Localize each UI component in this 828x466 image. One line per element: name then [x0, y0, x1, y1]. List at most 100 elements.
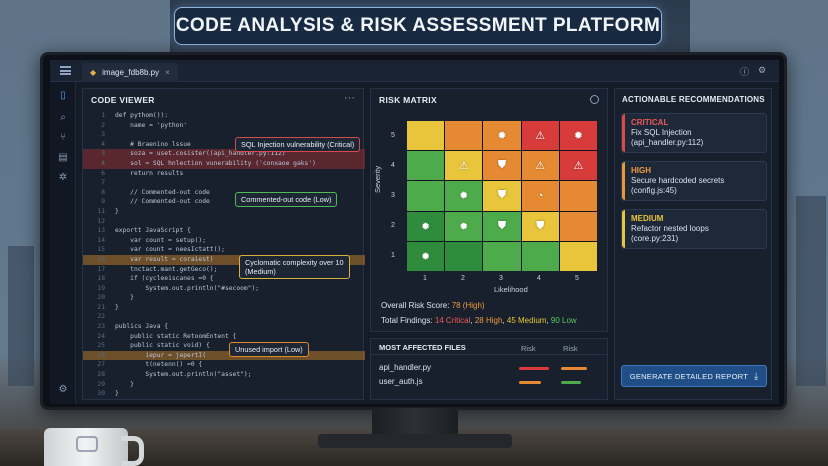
- code-line: 23 publics Java {: [83, 322, 365, 332]
- file-tab[interactable]: ◆ image_fdb8b.py ×: [82, 63, 178, 82]
- files-col-risk: Risk: [521, 344, 536, 353]
- risk-cell-shield-icon[interactable]: ⛊: [521, 211, 559, 241]
- y-tick-label: 4: [391, 162, 395, 169]
- risk-cell-shield-icon[interactable]: ⛊: [483, 211, 521, 241]
- line-number: 25: [97, 342, 105, 350]
- code-line: 12: [83, 217, 365, 227]
- search-icon[interactable]: ⌕: [57, 112, 69, 124]
- risk-cell[interactable]: [407, 151, 445, 181]
- risk-cell-gear-icon[interactable]: ✹: [559, 121, 597, 151]
- line-number: 18: [97, 275, 105, 283]
- app-screen: ◆ image_fdb8b.py × ⓘ ⚙ ▯ ⌕ ⑂ ▤ ✲ ⚙ CODE …: [50, 60, 779, 404]
- rec-text: (config.js:45): [631, 186, 677, 195]
- line-number: 4: [101, 159, 105, 167]
- risk-cell-warning-icon[interactable]: ⚠: [521, 121, 559, 151]
- close-icon[interactable]: ×: [165, 68, 170, 77]
- recommendation-critical[interactable]: CRITICAL Fix SQL Injection (api_handler.…: [621, 113, 767, 153]
- risk-cell-gear-icon[interactable]: ✹: [483, 121, 521, 151]
- files-title: MOST AFFECTED FILES: [379, 343, 466, 352]
- risk-cell-shield-icon[interactable]: ⛊: [483, 181, 521, 211]
- file-risk-bar: [561, 367, 587, 370]
- code-text: }: [115, 207, 119, 215]
- line-number: 24: [97, 332, 105, 340]
- risk-cell-warning-icon[interactable]: ⚠: [445, 151, 483, 181]
- rec-text: Fix SQL Injection: [631, 128, 692, 137]
- recommendation-medium[interactable]: MEDIUM Refactor nested loops (core.py:23…: [621, 209, 767, 249]
- risk-cell[interactable]: [559, 241, 597, 271]
- code-text: }: [115, 294, 134, 302]
- risk-cell[interactable]: [559, 181, 597, 211]
- risk-cell[interactable]: [445, 121, 483, 151]
- risk-cell-gear-icon[interactable]: ✹: [407, 241, 445, 271]
- callout-commented-code: Commented-out code (Low): [235, 192, 338, 207]
- line-number: 21: [97, 303, 105, 311]
- refresh-icon[interactable]: [590, 95, 599, 104]
- rec-level: HIGH: [631, 166, 651, 175]
- code-text: # Braenino lssue: [115, 140, 191, 148]
- callout-sql-injection: SQL Injection vulnerability (Critical): [235, 137, 361, 152]
- findings-medium: 45 Medium: [506, 316, 547, 325]
- most-affected-files-panel: MOST AFFECTED FILES Risk Risk api_handle…: [370, 338, 608, 400]
- risk-cell-shield-icon[interactable]: ⛊: [483, 151, 521, 181]
- file-row-name[interactable]: user_auth.js: [379, 377, 423, 386]
- risk-cell-gear-icon[interactable]: ✹: [407, 211, 445, 241]
- line-number: 19: [97, 284, 105, 292]
- risk-cell-clock-icon[interactable]: ◔: [521, 181, 559, 211]
- code-line: 11}: [83, 207, 365, 217]
- line-number: 6: [101, 169, 105, 177]
- callout-complexity-line1: Cyclomatic complexity over 10: [245, 258, 344, 267]
- y-tick-label: 3: [391, 192, 395, 199]
- line-number: 30: [97, 390, 105, 398]
- git-branch-icon[interactable]: ⑂: [57, 132, 69, 144]
- recommendations-title: ACTIONABLE RECOMMENDATIONS: [622, 95, 765, 104]
- risk-cell-warning-icon[interactable]: ⚠: [559, 151, 597, 181]
- code-text: return results: [115, 169, 184, 177]
- code-text: System.out.println("asset");: [115, 371, 252, 379]
- line-number: 27: [97, 361, 105, 369]
- callout-unused-import: Unused import (Low): [229, 342, 309, 357]
- line-number: 8: [101, 188, 105, 196]
- recommendation-high[interactable]: HIGH Secure hardcoded secrets (config.js…: [621, 161, 767, 201]
- gear-icon[interactable]: ⚙: [758, 65, 766, 76]
- code-line: 24 public static RetoomEntent {: [83, 332, 365, 342]
- risk-cell-warning-icon[interactable]: ⚠: [521, 151, 559, 181]
- x-tick-label: 2: [461, 275, 465, 282]
- code-text: }: [115, 380, 134, 388]
- code-line: 2 name = 'python': [83, 121, 365, 131]
- rec-text: (core.py:231): [631, 234, 679, 243]
- files-col-risk: Risk: [563, 344, 578, 353]
- background-building: [796, 196, 826, 386]
- code-line: 20 }: [83, 293, 365, 303]
- code-line: 28 System.out.println("asset");: [83, 370, 365, 380]
- risk-cell[interactable]: [445, 241, 483, 271]
- python-file-icon: ◆: [90, 68, 97, 77]
- findings-low: 90 Low: [550, 316, 577, 325]
- risk-score-label: Overall Risk Score:: [381, 301, 452, 310]
- coffee-mug: [44, 428, 144, 466]
- generate-report-button[interactable]: GENERATE DETAILED REPORT ⤓: [621, 365, 767, 387]
- risk-cell-gear-icon[interactable]: ✹: [445, 211, 483, 241]
- risk-cell[interactable]: [407, 181, 445, 211]
- code-line: 13 exportt JavaScript {: [83, 226, 365, 236]
- bug-icon[interactable]: ✲: [57, 172, 69, 184]
- file-row-name[interactable]: api_handler.py: [379, 363, 431, 372]
- code-line: 4 sol = SQL hnlection vunerability ('con…: [83, 158, 365, 169]
- risk-cell[interactable]: [407, 121, 445, 151]
- help-icon[interactable]: ⓘ: [740, 65, 749, 78]
- hamburger-icon[interactable]: [60, 66, 71, 75]
- risk-cell[interactable]: [521, 241, 559, 271]
- risk-cell[interactable]: [483, 241, 521, 271]
- risk-matrix-title: RISK MATRIX: [379, 95, 437, 105]
- rec-level: CRITICAL: [631, 118, 669, 127]
- line-number: 11: [97, 207, 105, 215]
- file-icon[interactable]: ▯: [57, 90, 69, 102]
- code-text: t(netenn() =0 {: [115, 361, 203, 369]
- more-dots-icon[interactable]: ···: [344, 92, 355, 104]
- settings-gear-icon[interactable]: ⚙: [57, 384, 69, 396]
- line-number: 23: [97, 323, 105, 331]
- line-number: 1: [101, 112, 105, 119]
- book-icon[interactable]: ▤: [57, 152, 69, 164]
- risk-cell-gear-icon[interactable]: ✹: [445, 181, 483, 211]
- risk-cell[interactable]: [559, 211, 597, 241]
- code-line: 29 }: [83, 380, 365, 390]
